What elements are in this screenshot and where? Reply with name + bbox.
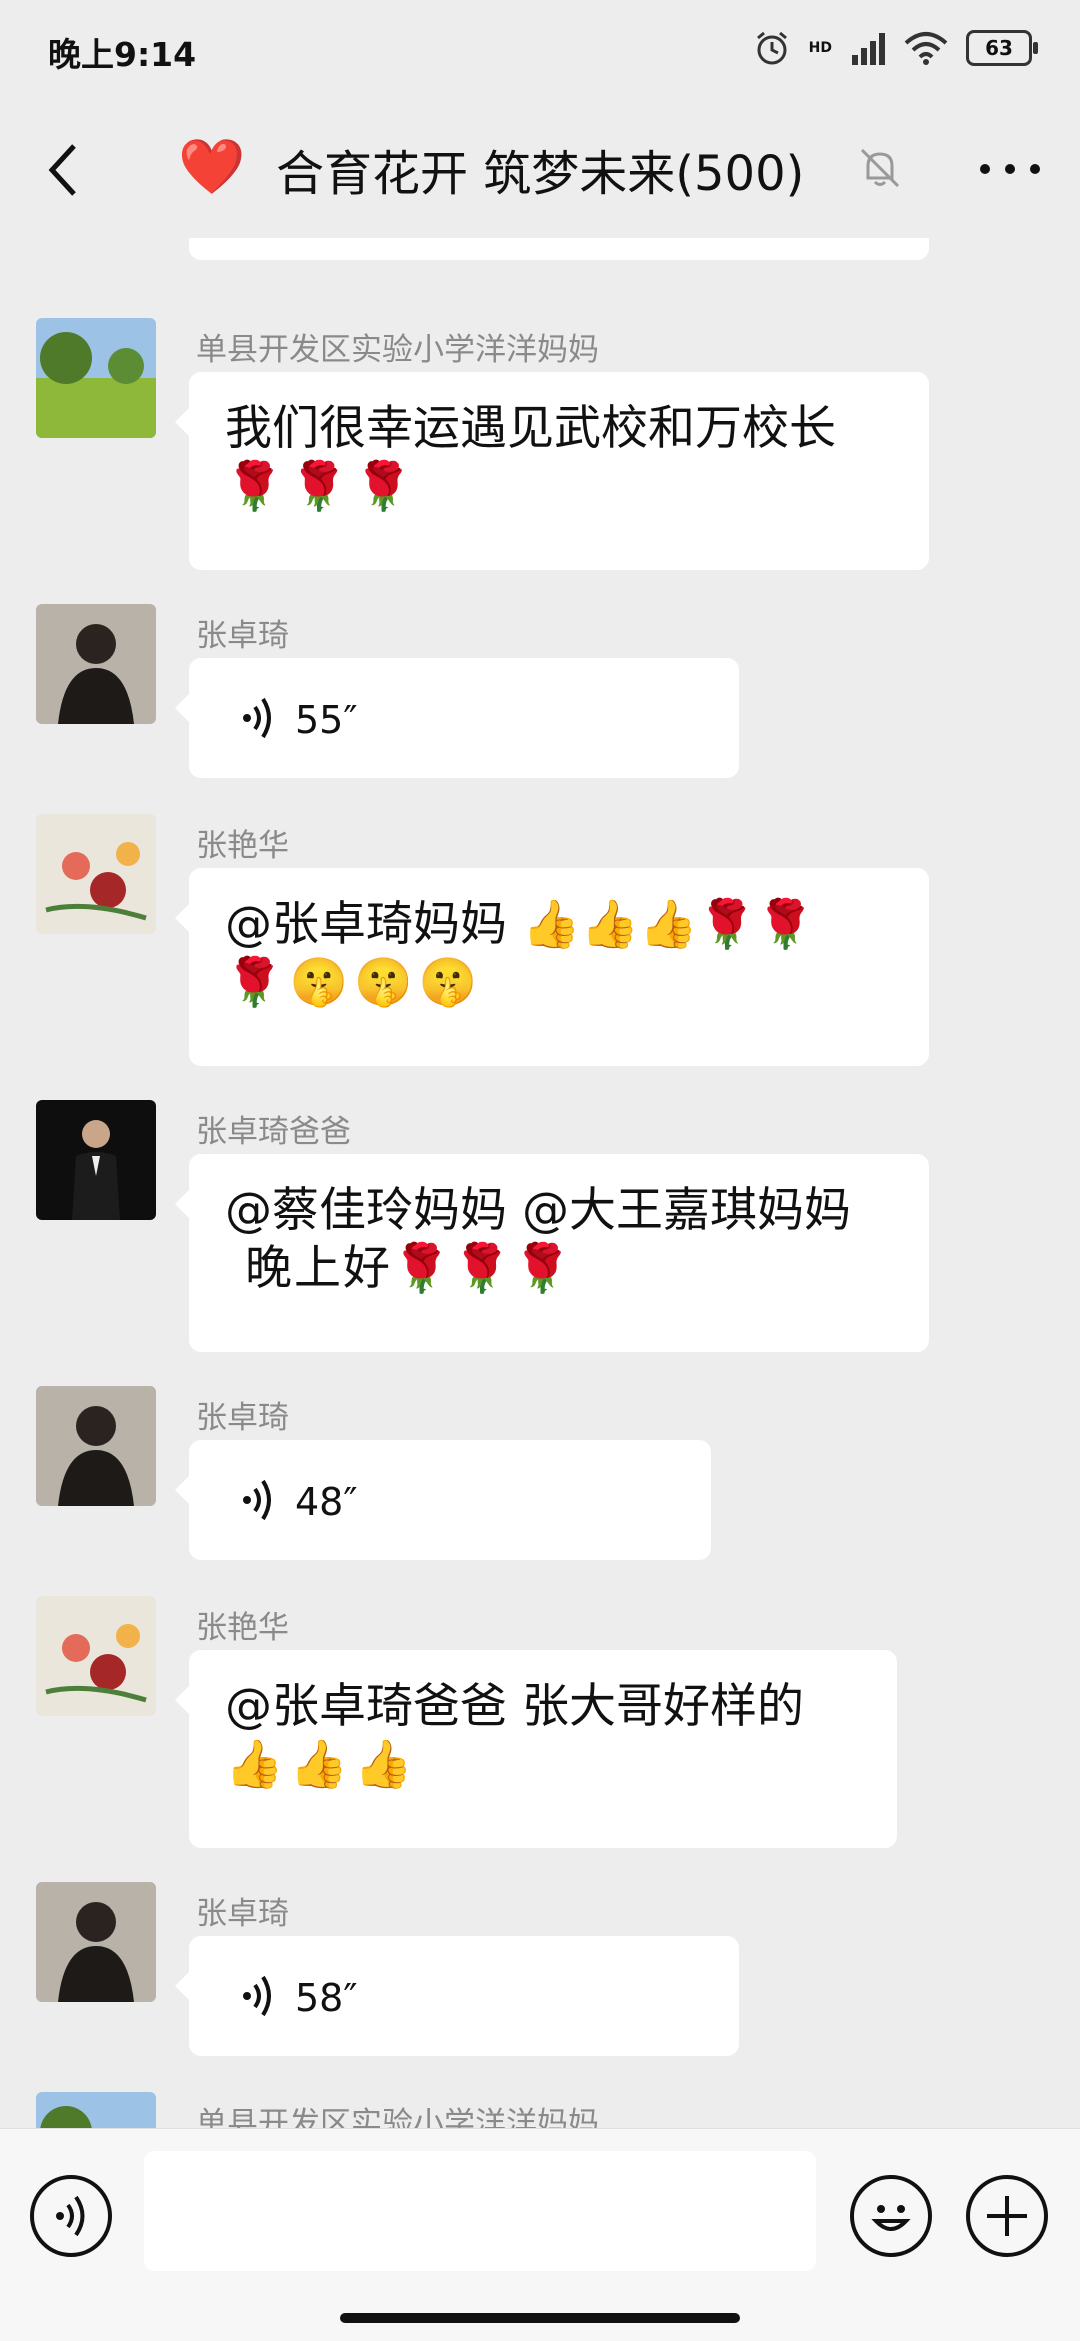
alarm-icon <box>756 31 787 65</box>
message-emoji: 🌹🌹🌹 <box>225 459 419 514</box>
input-bar <box>0 2128 1080 2341</box>
previous-message-bubble <box>189 238 929 260</box>
sender-name: 张艳华 <box>196 828 289 864</box>
avatar[interactable] <box>36 2092 156 2128</box>
smiley-icon <box>871 2205 911 2231</box>
message-text: @张卓琦妈妈 👍👍👍🌹🌹 <box>225 897 815 952</box>
voice-message-bubble[interactable]: 58″ <box>175 1936 739 2056</box>
status-icons: HD 63 <box>753 26 1038 70</box>
signal-icon <box>852 33 885 65</box>
back-arrow-icon[interactable] <box>40 140 90 200</box>
voice-wave-icon <box>243 697 271 739</box>
chat-header: ❤️ 合育花开 筑梦未来(500) <box>0 100 1080 238</box>
sender-name: 张卓琦 <box>196 1400 289 1436</box>
message-list[interactable]: 单县开发区实验小学洋洋妈妈 我们很幸运遇见武校和万校长 🌹🌹🌹 张卓琦 55″ <box>0 238 1080 2128</box>
heart-emoji: ❤️ <box>178 135 246 198</box>
sender-name: 单县开发区实验小学洋洋妈妈 <box>196 332 599 368</box>
sender-name: 张卓琦 <box>196 1896 289 1932</box>
message-bubble[interactable]: @张卓琦爸爸 张大哥好样的 👍👍👍 <box>175 1650 897 1848</box>
sender-name: 张卓琦 <box>196 618 289 654</box>
avatar[interactable] <box>36 814 156 934</box>
voice-wave-icon <box>243 1479 271 1521</box>
avatar[interactable] <box>36 1882 156 2002</box>
avatar[interactable] <box>36 318 156 438</box>
emoji-button[interactable] <box>850 2175 932 2257</box>
avatar[interactable] <box>36 1100 156 1220</box>
mute-bell-icon <box>860 148 900 188</box>
status-time: 晚上9:14 <box>48 35 197 74</box>
sender-name: 张卓琦爸爸 <box>196 1114 351 1150</box>
battery-indicator: 63 <box>966 30 1038 66</box>
more-options-button[interactable] <box>980 154 1040 184</box>
wifi-icon <box>904 32 948 65</box>
message-bubble[interactable]: @蔡佳玲妈妈 @大王嘉琪妈妈 晚上好🌹🌹🌹 <box>175 1154 929 1352</box>
voice-wave-icon <box>243 1975 271 2017</box>
more-dot-icon <box>1005 164 1015 174</box>
voice-duration: 48″ <box>295 1480 358 1524</box>
message-bubble[interactable]: @张卓琦妈妈 👍👍👍🌹🌹 🌹🤫🤫🤫 <box>175 868 929 1066</box>
voice-message-bubble[interactable]: 55″ <box>175 658 739 778</box>
voice-wave-icon <box>56 2195 85 2237</box>
message-text: @张卓琦爸爸 张大哥好样的 <box>225 1679 804 1734</box>
voice-duration: 58″ <box>295 1976 358 2020</box>
status-bar: 晚上9:14 HD 63 <box>0 0 1080 100</box>
voice-message-bubble[interactable]: 48″ <box>175 1440 711 1560</box>
network-type-label: HD <box>808 40 832 56</box>
message-input[interactable] <box>144 2151 816 2271</box>
message-text: 我们很幸运遇见武校和万校长 <box>225 401 836 456</box>
voice-duration: 55″ <box>295 698 358 742</box>
more-dot-icon <box>1030 164 1040 174</box>
home-indicator[interactable] <box>340 2313 740 2323</box>
avatar[interactable] <box>36 1596 156 1716</box>
avatar[interactable] <box>36 1386 156 1506</box>
message-emoji: 👍👍👍 <box>225 1737 419 1792</box>
more-functions-button[interactable] <box>966 2175 1048 2257</box>
message-text: @蔡佳玲妈妈 @大王嘉琪妈妈 <box>225 1183 851 1238</box>
avatar[interactable] <box>36 604 156 724</box>
sender-name: 单县开发区实验小学洋洋妈妈 <box>196 2106 599 2128</box>
more-dot-icon <box>980 164 990 174</box>
message-emoji: 🌹🤫🤫🤫 <box>225 955 484 1010</box>
voice-input-button[interactable] <box>30 2175 112 2257</box>
plus-icon <box>987 2196 1027 2236</box>
group-title: 合育花开 筑梦未来(500) <box>276 146 805 202</box>
sender-name: 张艳华 <box>196 1610 289 1646</box>
message-bubble[interactable]: 我们很幸运遇见武校和万校长 🌹🌹🌹 <box>175 372 929 570</box>
message-text-line2: 晚上好🌹🌹🌹 <box>245 1241 574 1296</box>
